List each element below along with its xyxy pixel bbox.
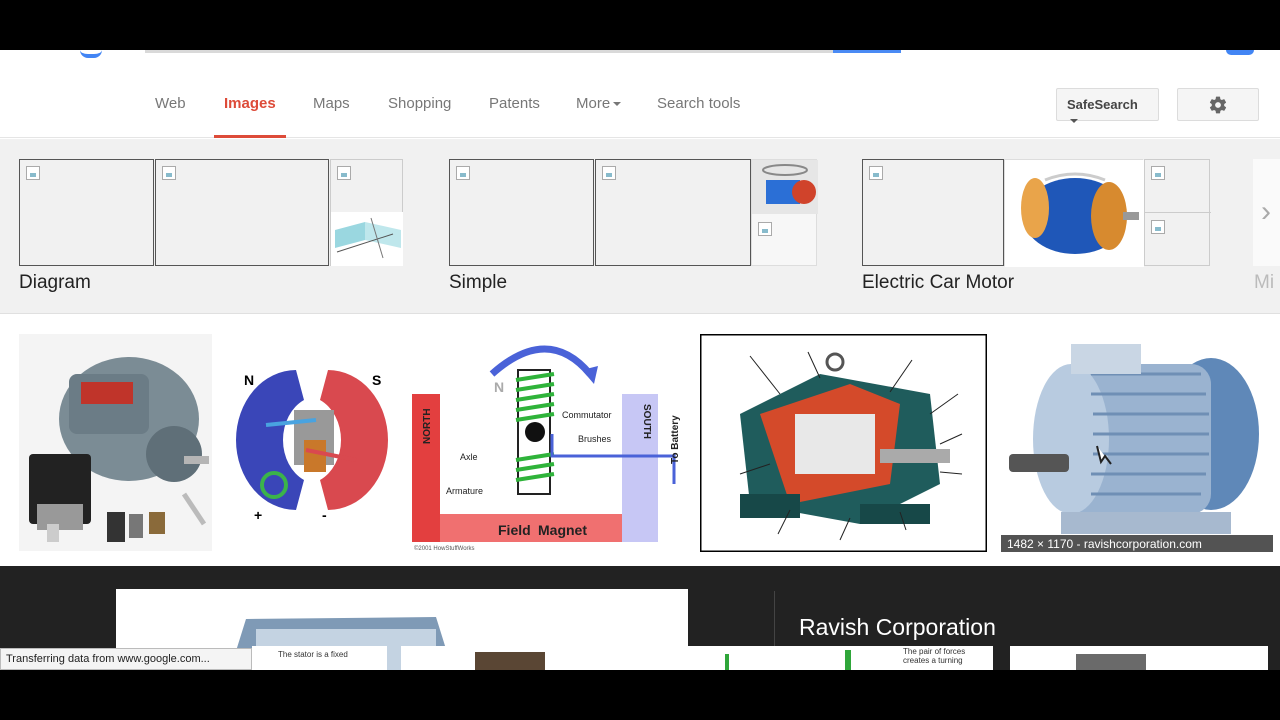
search-button[interactable] — [833, 50, 901, 53]
tab-more-label: More — [576, 95, 611, 112]
chevron-right-icon: › — [1261, 195, 1271, 228]
related-group-electric-car-motor[interactable]: Electric Car Motor — [862, 159, 1211, 293]
image-result[interactable]: NORTH SOUTH N Commutator Brushes Axle Ar… — [412, 334, 686, 552]
thumbnail[interactable] — [19, 159, 154, 266]
electric-car-motor-thumbnail-image — [1005, 160, 1144, 267]
next-row-thumb[interactable] — [1010, 646, 1268, 670]
diagram-credit: ©2001 HowStuffWorks — [414, 545, 475, 552]
svg-text:-: - — [322, 507, 327, 523]
diagram-label-armature: Armature — [446, 486, 483, 496]
search-header — [0, 50, 1280, 70]
svg-text:+: + — [254, 507, 262, 523]
related-thumbs — [449, 159, 818, 266]
related-thumbs — [19, 159, 403, 266]
related-label: Electric Car Motor — [862, 272, 1015, 293]
broken-image-icon — [162, 166, 176, 180]
broken-image-icon — [456, 166, 470, 180]
status-bar: Transferring data from www.google.com... — [0, 648, 252, 670]
active-tab-indicator — [214, 135, 286, 138]
safesearch-label: SafeSearch — [1067, 97, 1138, 112]
gear-icon — [1209, 96, 1227, 114]
broken-image-icon — [26, 166, 40, 180]
image-results: N S + - NORTH SOUTH N Commutator Brushes… — [0, 315, 1280, 565]
safesearch-button[interactable]: SafeSearch — [1056, 88, 1159, 123]
tab-maps[interactable]: Maps — [313, 95, 350, 112]
motor-cutaway-image — [700, 334, 987, 552]
thumbnail[interactable] — [1004, 159, 1144, 267]
thumbnail[interactable] — [595, 159, 751, 266]
diagram-label-magnet: Magnet — [538, 522, 587, 538]
related-label-faded[interactable]: Mi — [1254, 272, 1274, 294]
search-nav: Web Images Maps Shopping Patents More Se… — [0, 70, 1280, 138]
search-input[interactable] — [145, 50, 833, 53]
broken-image-icon — [602, 166, 616, 180]
simple-motor-thumbnail-image — [752, 160, 818, 214]
ravish-motor-image — [1001, 334, 1273, 552]
thumb-fragment — [475, 652, 545, 670]
diagram-label-north: NORTH — [422, 408, 433, 444]
chevron-down-icon — [1070, 118, 1078, 123]
thumb-caption: The stator is a fixed — [278, 650, 348, 659]
chevron-down-icon — [613, 102, 622, 107]
preview-title[interactable]: Ravish Corporation — [799, 614, 996, 641]
thumb-caption: creates a turning — [903, 656, 963, 665]
related-group-simple[interactable]: Simple — [449, 159, 818, 293]
related-group-diagram[interactable]: Diagram — [19, 159, 403, 293]
tab-more[interactable]: More — [576, 95, 622, 112]
screen: Web Images Maps Shopping Patents More Se… — [0, 0, 1280, 720]
diagram-label-axle: Axle — [460, 452, 478, 462]
thumbnail[interactable] — [1144, 159, 1211, 266]
next-row-thumb[interactable]: The stator is a fixed — [252, 646, 387, 670]
diagram-label-brushes: Brushes — [578, 434, 612, 444]
related-label: Simple — [449, 272, 508, 293]
thumbnail[interactable] — [155, 159, 329, 266]
tab-images[interactable]: Images — [224, 95, 276, 112]
tab-web[interactable]: Web — [155, 95, 186, 112]
next-row-thumb[interactable] — [401, 646, 661, 670]
avatar[interactable] — [1226, 50, 1254, 55]
broken-image-icon — [1151, 220, 1165, 234]
magnet-pole-n: N — [244, 372, 254, 388]
tab-patents[interactable]: Patents — [489, 95, 540, 112]
industrial-motors-image — [19, 334, 212, 551]
diagram-label-arrow: N — [494, 379, 504, 395]
image-result[interactable]: 1482 × 1170 - ravishcorporation.com — [1001, 334, 1273, 552]
broken-image-icon — [758, 222, 772, 236]
google-logo[interactable] — [80, 50, 102, 58]
next-row-thumb[interactable]: The pair of forces creates a turning — [675, 646, 993, 670]
thumbnail[interactable] — [751, 159, 818, 266]
thumbnail[interactable] — [449, 159, 594, 266]
related-next-button[interactable]: › — [1253, 159, 1280, 266]
image-result[interactable] — [700, 334, 987, 552]
related-label: Diagram — [19, 272, 91, 293]
broken-image-icon — [869, 166, 883, 180]
thumb-caption: The pair of forces — [903, 647, 966, 656]
image-result[interactable]: N S + - — [226, 350, 398, 536]
thumb-fragment — [1076, 654, 1146, 670]
broken-image-icon — [1151, 166, 1165, 180]
magnet-pole-s: S — [372, 372, 381, 388]
image-result[interactable] — [19, 334, 212, 551]
diagram-label-field: Field — [498, 522, 531, 538]
settings-button[interactable] — [1177, 88, 1259, 121]
broken-image-icon — [337, 166, 351, 180]
diagram-label-commutator: Commutator — [562, 410, 612, 420]
related-searches: Diagram Simple Electric Car Motor › Mi — [0, 139, 1280, 314]
tab-shopping[interactable]: Shopping — [388, 95, 451, 112]
diagram-thumbnail-image — [331, 212, 403, 266]
arrow-fragment — [725, 654, 741, 670]
magnet-motor-diagram-image: N S + - — [226, 350, 398, 536]
browser-viewport: Web Images Maps Shopping Patents More Se… — [0, 50, 1280, 670]
dc-motor-diagram-image: NORTH SOUTH N Commutator Brushes Axle Ar… — [412, 334, 686, 552]
thumbnail[interactable] — [330, 159, 403, 266]
image-info-overlay: 1482 × 1170 - ravishcorporation.com — [1001, 535, 1273, 552]
related-thumbs — [862, 159, 1211, 267]
thumbnail[interactable] — [862, 159, 1004, 266]
diagram-label-south: SOUTH — [641, 404, 652, 439]
diagram-label-battery: To Battery — [670, 415, 681, 464]
arrow-fragment — [845, 650, 851, 670]
search-tools-button[interactable]: Search tools — [657, 95, 740, 112]
